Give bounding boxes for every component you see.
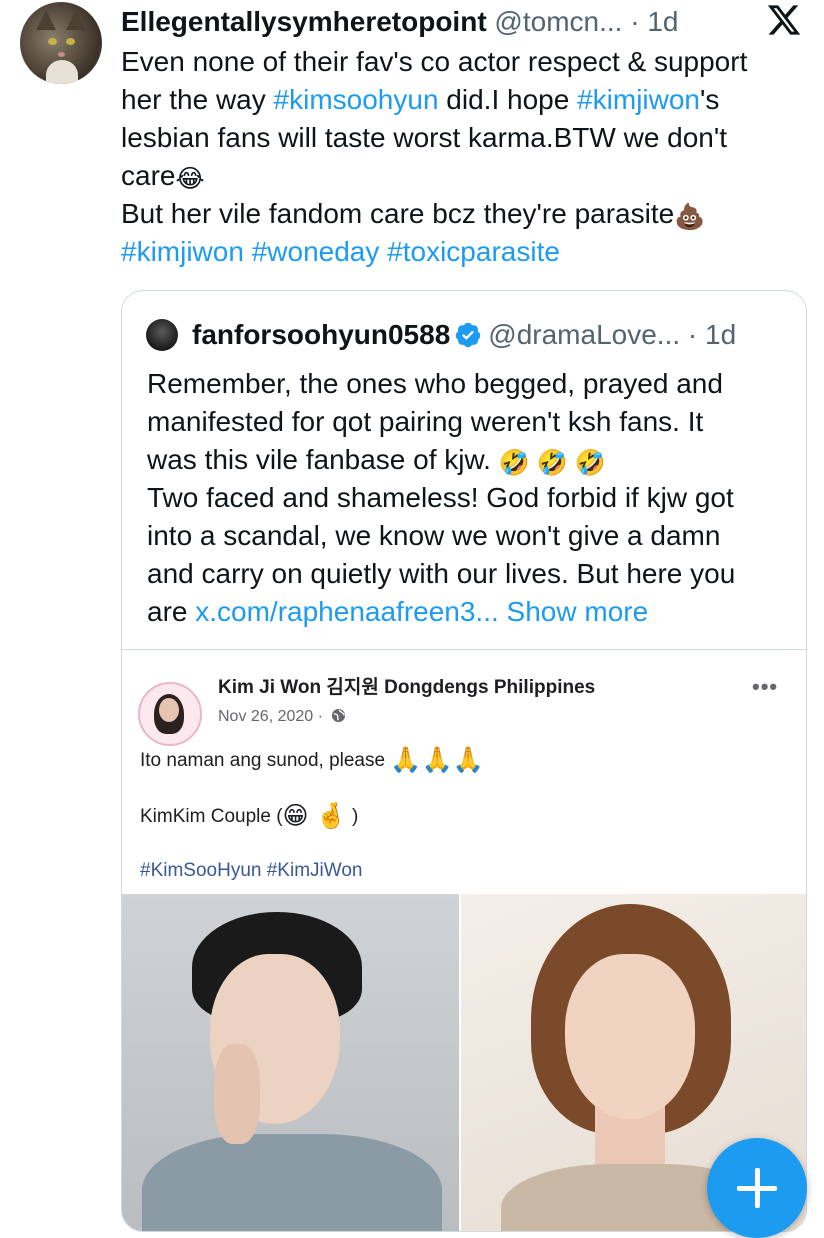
- facebook-page-avatar: [138, 682, 202, 746]
- quoted-line: and carry on quietly with our lives. But…: [147, 555, 787, 593]
- embedded-facebook-screenshot[interactable]: Kim Ji Won 김지원 Dongdengs Philippines Nov…: [122, 649, 806, 1231]
- author-handle[interactable]: @tomcn...: [494, 6, 622, 37]
- quoted-tweet-body: Remember, the ones who begged, prayed an…: [147, 365, 787, 631]
- compose-plus-button[interactable]: [707, 1138, 807, 1238]
- hashtag-link[interactable]: #kimjiwon: [121, 236, 244, 267]
- avatar-cat-ear: [66, 10, 86, 30]
- tweet-text: lesbian fans will taste worst karma.BTW …: [121, 122, 728, 153]
- quoted-author-handle[interactable]: @dramaLove...: [488, 319, 680, 350]
- quoted-line: manifested for qot pairing weren't ksh f…: [147, 403, 787, 441]
- tweet-line: her the way #kimsoohyun did.I hope #kimj…: [121, 81, 811, 119]
- photo-hand: [214, 1044, 260, 1144]
- tweet-text: did.I hope: [438, 84, 578, 115]
- man-photo: [122, 894, 459, 1231]
- quoted-text: Two faced and shameless! God forbid if k…: [147, 482, 734, 513]
- header-separator: ·: [622, 6, 648, 37]
- facebook-post-text: Ito naman ang sunod, please 🙏🙏🙏: [140, 746, 484, 774]
- avatar-cat-eye: [48, 38, 57, 45]
- facebook-text: KimKim Couple (: [140, 806, 283, 827]
- tweet-time[interactable]: 1d: [647, 6, 678, 37]
- more-options-icon: •••: [752, 674, 779, 699]
- hashtag-link[interactable]: #woneday: [252, 236, 380, 267]
- quoted-text: manifested for qot pairing weren't ksh f…: [147, 406, 704, 437]
- avatar-cat-ear: [36, 10, 56, 30]
- author-avatar[interactable]: [20, 2, 102, 84]
- globe-icon: [332, 708, 346, 723]
- photo-face: [565, 954, 695, 1119]
- quoted-tweet-time[interactable]: 1d: [705, 319, 736, 350]
- tweet-line: lesbian fans will taste worst karma.BTW …: [121, 119, 811, 157]
- verified-badge-icon: [456, 322, 481, 348]
- quoted-text: into a scandal, we know we won't give a …: [147, 520, 721, 551]
- quoted-line: was this vile fanbase of kjw. 🤣 🤣 🤣: [147, 441, 787, 479]
- facebook-text: Ito naman ang sunod, please: [140, 750, 391, 771]
- poop-emoji-icon: 💩: [674, 203, 706, 231]
- author-name[interactable]: Ellegentallysymheretopoint: [121, 6, 487, 37]
- avatar-cat-nose: [58, 52, 65, 57]
- quoted-text: and carry on quietly with our lives. But…: [147, 558, 736, 589]
- tweet-text: But her vile fandom care bcz they're par…: [121, 198, 675, 229]
- laughing-emoji-icon: 😂: [175, 165, 205, 193]
- tweet-text: Even none of their fav's co actor respec…: [121, 46, 748, 77]
- tweet-line: care😂: [121, 157, 811, 195]
- facebook-hashtags: #KimSooHyun #KimJiWon: [140, 858, 362, 884]
- avatar-face: [159, 698, 179, 722]
- avatar-cat-chest: [46, 60, 78, 84]
- quoted-tweet-header: fanforsoohyun0588 @dramaLove... · 1d: [192, 317, 792, 353]
- avatar-cat-eye: [66, 38, 75, 45]
- quoted-line: Remember, the ones who begged, prayed an…: [147, 365, 787, 403]
- photo-shirt: [142, 1134, 442, 1231]
- facebook-date-text: Nov 26, 2020 ·: [218, 708, 328, 725]
- hashtag-link[interactable]: #kimjiwon: [577, 84, 700, 115]
- quoted-text: Remember, the ones who begged, prayed an…: [147, 368, 723, 399]
- quoted-line: into a scandal, we know we won't give a …: [147, 517, 787, 555]
- quoted-line: Two faced and shameless! God forbid if k…: [147, 479, 787, 517]
- facebook-post-text: KimKim Couple (😁 🤞 ): [140, 802, 358, 830]
- external-link[interactable]: x.com/raphenaafreen3...: [195, 596, 499, 627]
- tweet-body: Even none of their fav's co actor respec…: [121, 43, 811, 271]
- quoted-author-avatar[interactable]: [146, 319, 178, 351]
- rofl-emoji-icon: 🤣 🤣 🤣: [498, 449, 607, 477]
- facebook-text: ): [346, 806, 359, 827]
- tweet-text: 's: [700, 84, 720, 115]
- facebook-page-name: Kim Ji Won 김지원 Dongdengs Philippines: [218, 677, 596, 698]
- tweet-line: Even none of their fav's co actor respec…: [121, 43, 811, 81]
- header-separator: ·: [680, 319, 706, 350]
- praying-hands-emoji-icon: 🙏🙏🙏: [390, 746, 484, 774]
- quoted-text: are: [147, 596, 196, 627]
- quoted-author-name[interactable]: fanforsoohyun0588: [192, 319, 450, 350]
- facebook-post-date: Nov 26, 2020 ·: [218, 706, 346, 728]
- quoted-line: are x.com/raphenaafreen3... Show more: [147, 593, 787, 631]
- tweet-text: care: [121, 160, 176, 191]
- show-more-link[interactable]: Show more: [499, 596, 649, 627]
- quoted-tweet-card[interactable]: fanforsoohyun0588 @dramaLove... · 1d Reme…: [121, 290, 807, 1232]
- hashtag-link[interactable]: #kimsoohyun: [274, 84, 439, 115]
- facebook-photo-collage: [122, 894, 806, 1231]
- tweet-text: her the way: [121, 84, 274, 115]
- hashtag-link[interactable]: #toxicparasite: [387, 236, 560, 267]
- facebook-hashtag-text: #KimSooHyun #KimJiWon: [140, 860, 363, 881]
- grin-fingers-crossed-emoji-icon: 😁 🤞: [282, 802, 347, 830]
- x-logo-icon[interactable]: [766, 2, 802, 38]
- tweet-hashtags: #kimjiwon #woneday #toxicparasite: [121, 233, 811, 271]
- tweet-header: Ellegentallysymheretopoint @tomcn... · 1…: [121, 4, 721, 40]
- quoted-text: was this vile fanbase of kjw.: [147, 444, 499, 475]
- tweet-line: But her vile fandom care bcz they're par…: [121, 195, 811, 233]
